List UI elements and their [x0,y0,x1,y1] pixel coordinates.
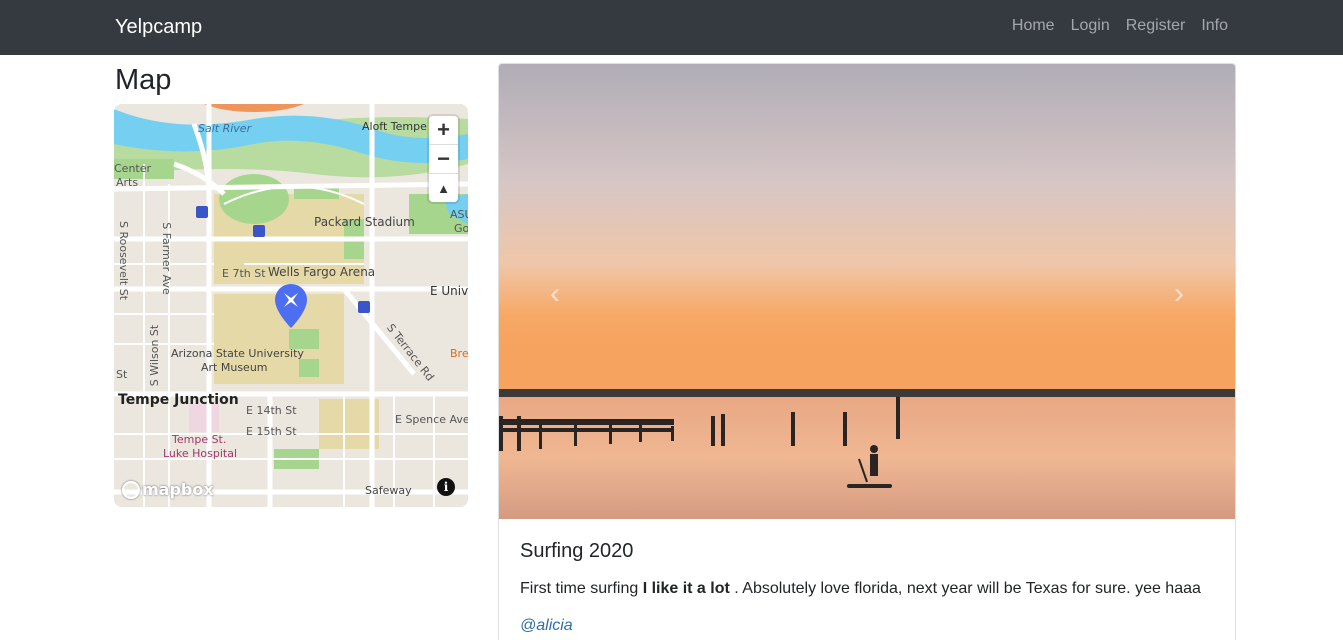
carousel-next-button[interactable]: › [1149,264,1209,324]
map-info-button[interactable]: i [437,478,455,496]
nav-links: Home Login Register Info [1012,17,1228,35]
map-label-wilson: S Wilson St [148,324,162,387]
map-zoom-controls: + − ▲ [429,116,458,202]
map-label-st: St [116,368,128,381]
description-text-before: First time surfing [520,580,643,597]
map-label-art-museum: Art Museum [201,361,268,374]
map-label-tempe-junction: Tempe Junction [118,392,239,408]
map-label-salt-river: Salt River [198,122,252,135]
map-label-bre: Bre [450,347,468,360]
author-link[interactable]: @alicia [520,617,1220,635]
image-carousel: ‹ › [499,64,1235,519]
map-label-e14th: E 14th St [246,404,297,417]
map-label-asu-go: Go [454,222,468,235]
zoom-out-button[interactable]: − [429,145,458,174]
campground-card: ‹ › Surfing 2020 First time surfing I li… [498,63,1236,640]
nav-home-link[interactable]: Home [1012,17,1055,35]
map-label-e7th: E 7th St [222,267,266,280]
carousel-prev-button[interactable]: ‹ [525,264,585,324]
map-label-asu: ASU [450,208,468,221]
campground-image [499,64,1235,519]
map-label-e-univ: E Unive [430,284,468,298]
map-label-farmer: S Farmer Ave [159,222,173,295]
description-text-after: . Absolutely love florida, next year wil… [729,580,1201,597]
zoom-in-button[interactable]: + [429,116,458,145]
navbar: Yelpcamp Home Login Register Info [0,0,1343,55]
mapbox-logo-icon [122,480,140,499]
map-label-arts: Arts [116,176,139,189]
map-label-roosevelt: S Roosevelt St [117,220,131,301]
map-label-luke-hospital: Luke Hospital [163,447,238,460]
campground-title: Surfing 2020 [520,540,634,562]
card-body: Surfing 2020 First time surfing I like i… [520,540,1220,635]
map-label-center: Center [114,162,152,175]
map-heading: Map [115,64,172,96]
map-label-spence: E Spence Ave [395,413,468,426]
map-marker-icon[interactable] [275,284,307,328]
map-label-safeway: Safeway [365,484,412,497]
campground-description: First time surfing I like it a lot . Abs… [520,577,1220,601]
map-label-packard: Packard Stadium [314,215,415,229]
description-text-bold: I like it a lot [642,580,730,597]
compass-button[interactable]: ▲ [429,174,458,203]
map-label-asu-museum: Arizona State University [171,347,304,360]
mapbox-logo-text: mapbox [142,480,214,499]
map-label-wells-fargo: Wells Fargo Arena [268,265,376,279]
nav-login-link[interactable]: Login [1071,17,1110,35]
map-label-hospital: Tempe St. [172,433,227,446]
map-label-e15th: E 15th St [246,425,297,438]
mapbox-logo[interactable]: mapbox [122,480,214,499]
nav-info-link[interactable]: Info [1201,17,1228,35]
map[interactable]: Salt River Aloft Tempe Center Arts Packa… [114,104,468,507]
map-label-aloft: Aloft Tempe [362,120,427,133]
brand-link[interactable]: Yelpcamp [115,16,202,39]
nav-register-link[interactable]: Register [1126,17,1186,35]
